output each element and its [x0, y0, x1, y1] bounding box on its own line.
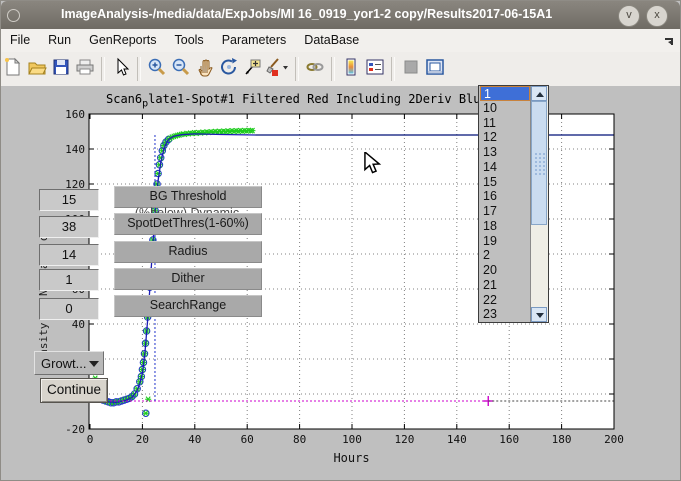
- x-tick-label: 200: [604, 433, 624, 446]
- insert-legend-icon[interactable]: [363, 55, 387, 81]
- toolbar-separator: [295, 57, 299, 81]
- listbox-item-13[interactable]: 13: [480, 145, 533, 160]
- listbox-item-12[interactable]: 12: [480, 130, 533, 145]
- menu-file[interactable]: File: [1, 29, 39, 52]
- x-tick-label: 140: [447, 433, 467, 446]
- listbox-item-22[interactable]: 22: [480, 293, 533, 308]
- param-button-bg-threshold[interactable]: BG Threshold: [114, 186, 262, 208]
- listbox-item-16[interactable]: 16: [480, 189, 533, 204]
- listbox-item-15[interactable]: 15: [480, 175, 533, 190]
- open-file-icon[interactable]: [25, 55, 49, 81]
- menu-run[interactable]: Run: [39, 29, 80, 52]
- chevron-down-icon: [89, 361, 99, 367]
- listbox-item-18[interactable]: 18: [480, 219, 533, 234]
- x-tick-label: 100: [342, 433, 362, 446]
- save-figure-icon[interactable]: [49, 55, 73, 81]
- scrollbar-thumb[interactable]: [531, 101, 547, 225]
- growth-popup-label: Growt...: [41, 356, 87, 371]
- x-tick-label: 160: [499, 433, 519, 446]
- insert-colorbar-icon[interactable]: [339, 55, 363, 81]
- x-tick-label: 0: [87, 433, 94, 446]
- x-tick-label: 60: [241, 433, 254, 446]
- listbox-item-2[interactable]: 2: [480, 248, 533, 263]
- minimize-button[interactable]: v: [618, 5, 640, 27]
- scroll-down-button[interactable]: [531, 307, 547, 322]
- spot-number-listbox[interactable]: 110111213141516171819220212223: [478, 85, 549, 323]
- edit-arrow-icon[interactable]: [109, 55, 133, 81]
- toolbar-separator: [137, 57, 141, 81]
- x-tick-label: 120: [394, 433, 414, 446]
- param-button-radius[interactable]: Radius: [114, 241, 262, 263]
- figure-canvas: 020406080100120140160180200-200204060801…: [1, 86, 681, 481]
- rotate-3d-icon[interactable]: [217, 55, 241, 81]
- plot-tools-hide-icon[interactable]: [399, 55, 423, 81]
- param-field-radius[interactable]: 14: [39, 244, 99, 266]
- listbox-item-10[interactable]: 10: [480, 101, 533, 116]
- param-button-searchrange[interactable]: SearchRange: [114, 295, 262, 317]
- x-tick-label: 80: [293, 433, 306, 446]
- window-menu-icon[interactable]: [7, 9, 20, 22]
- zoom-out-icon[interactable]: [169, 55, 193, 81]
- menu-genreports[interactable]: GenReports: [80, 29, 165, 52]
- x-axis-label: Hours: [333, 451, 369, 465]
- listbox-item-23[interactable]: 23: [480, 307, 533, 322]
- window-title: ImageAnalysis-/media/data/ExpJobs/MI 16_…: [61, 7, 552, 21]
- x-tick-label: 20: [136, 433, 149, 446]
- param-field-bg-threshold[interactable]: 15: [39, 189, 99, 211]
- growth-popup-menu[interactable]: Growt...: [34, 351, 104, 375]
- toolbar-separator: [331, 57, 335, 81]
- param-field-searchrange[interactable]: 0: [39, 298, 99, 320]
- menu-database[interactable]: DataBase: [295, 29, 368, 52]
- listbox-item-19[interactable]: 19: [480, 234, 533, 249]
- param-button-dither[interactable]: Dither: [114, 268, 262, 290]
- menu-overflow-icon[interactable]: [664, 36, 674, 46]
- print-icon[interactable]: [73, 55, 97, 81]
- listbox-item-14[interactable]: 14: [480, 160, 533, 175]
- listbox-item-1[interactable]: 1: [480, 86, 530, 101]
- titlebar[interactable]: ImageAnalysis-/media/data/ExpJobs/MI 16_…: [1, 1, 680, 30]
- y-tick-label: 140: [65, 143, 85, 156]
- link-plots-icon[interactable]: [303, 55, 327, 81]
- scroll-up-button[interactable]: [531, 86, 547, 101]
- listbox-item-20[interactable]: 20: [480, 263, 533, 278]
- y-tick-label: -20: [65, 423, 85, 436]
- menu-tools[interactable]: Tools: [166, 29, 213, 52]
- app-window: ImageAnalysis-/media/data/ExpJobs/MI 16_…: [0, 0, 681, 481]
- listbox-item-11[interactable]: 11: [480, 116, 533, 131]
- bg-threshold-subtext: (%below) Dynamic: [114, 206, 260, 213]
- listbox-item-21[interactable]: 21: [480, 278, 533, 293]
- new-figure-icon[interactable]: [1, 55, 25, 81]
- plot-title: Scan6plate1-Spot#1 Filtered Red Includin…: [106, 92, 488, 109]
- param-button-spotdetthres-1-60-[interactable]: SpotDetThres(1-60%): [114, 213, 262, 235]
- param-field-spotdetthres-1-60-[interactable]: 38: [39, 216, 99, 238]
- data-cursor-icon[interactable]: [241, 55, 265, 81]
- continue-button[interactable]: Continue: [40, 378, 108, 403]
- zoom-in-icon[interactable]: [145, 55, 169, 81]
- menubar: FileRunGenReportsToolsParametersDataBase: [1, 29, 680, 53]
- menu-parameters[interactable]: Parameters: [213, 29, 296, 52]
- brush-icon[interactable]: [265, 55, 281, 81]
- close-button[interactable]: x: [646, 5, 668, 27]
- listbox-scrollbar[interactable]: [530, 86, 548, 322]
- x-tick-label: 180: [552, 433, 572, 446]
- plot-tools-dock-icon[interactable]: [423, 55, 447, 81]
- param-field-dither[interactable]: 1: [39, 269, 99, 291]
- toolbar-separator: [101, 57, 105, 81]
- pan-hand-icon[interactable]: [193, 55, 217, 81]
- listbox-item-17[interactable]: 17: [480, 204, 533, 219]
- brush-caret-icon[interactable]: [281, 55, 291, 81]
- figure-toolbar: [1, 52, 680, 87]
- x-tick-label: 40: [188, 433, 201, 446]
- y-tick-label: 160: [65, 108, 85, 121]
- toolbar-separator: [391, 57, 395, 81]
- growth-curve-plot: 020406080100120140160180200-200204060801…: [1, 86, 681, 481]
